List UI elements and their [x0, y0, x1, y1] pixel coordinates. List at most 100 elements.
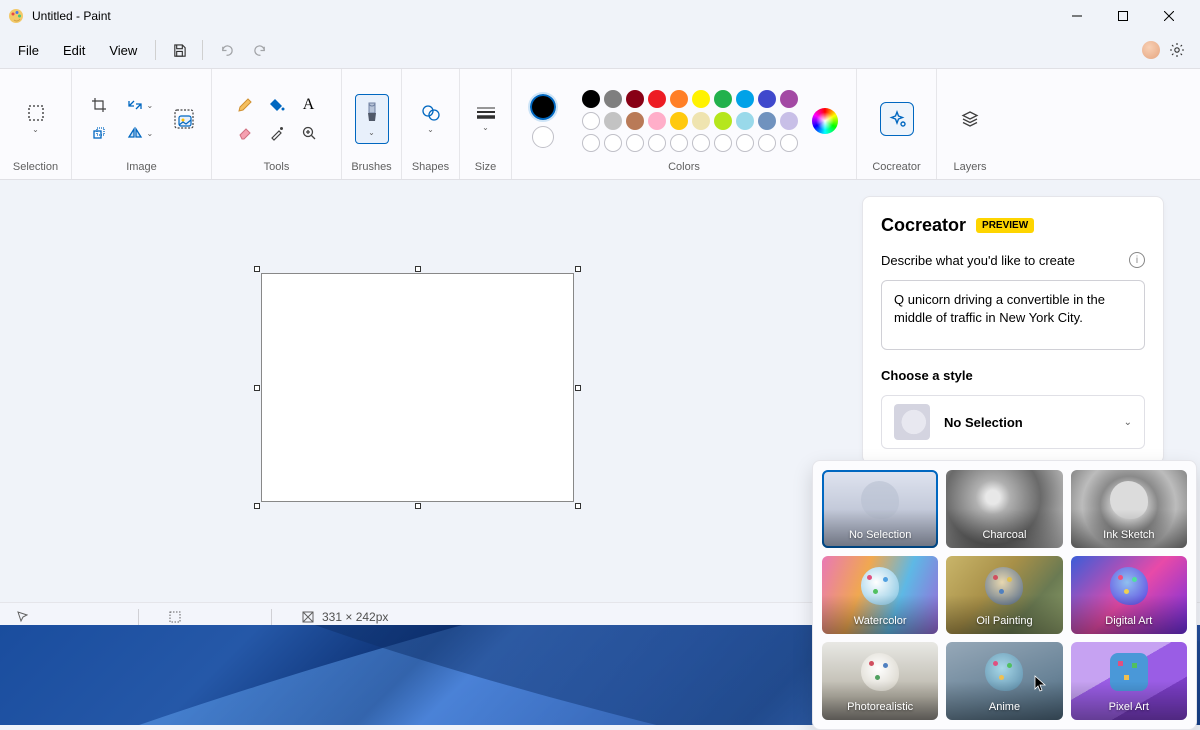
- color-swatch[interactable]: [604, 90, 622, 108]
- color-swatch-empty[interactable]: [670, 134, 688, 152]
- color-swatch[interactable]: [670, 90, 688, 108]
- menu-edit[interactable]: Edit: [51, 37, 97, 64]
- color-swatch-empty[interactable]: [604, 134, 622, 152]
- resize-handle[interactable]: [254, 503, 260, 509]
- chevron-down-icon: ⌄: [1124, 417, 1132, 428]
- resize-handle[interactable]: [575, 503, 581, 509]
- style-tile-pixel-art[interactable]: Pixel Art: [1071, 642, 1187, 720]
- ribbon-group-layers: Layers: [937, 69, 1003, 179]
- info-icon[interactable]: i: [1129, 252, 1145, 268]
- color-picker-tool[interactable]: [262, 120, 292, 146]
- choose-style-label: Choose a style: [881, 368, 1145, 383]
- redo-button[interactable]: [243, 35, 277, 65]
- color-swatch-empty[interactable]: [780, 134, 798, 152]
- flip-tool[interactable]: ⌄: [119, 120, 161, 146]
- color-palette: [582, 90, 798, 152]
- resize-handle[interactable]: [415, 266, 421, 272]
- style-dropdown[interactable]: No Selection ⌄: [881, 395, 1145, 449]
- color-swatch[interactable]: [626, 90, 644, 108]
- resize-handle[interactable]: [575, 266, 581, 272]
- magnifier-tool[interactable]: [294, 120, 324, 146]
- resize-handle[interactable]: [415, 503, 421, 509]
- style-tile-photorealistic[interactable]: Photorealistic: [822, 642, 938, 720]
- selection-tool[interactable]: ⌄: [19, 94, 53, 144]
- color-swatch[interactable]: [604, 112, 622, 130]
- color-swatch[interactable]: [758, 112, 776, 130]
- rotate-tool[interactable]: [84, 120, 114, 146]
- color-swatch[interactable]: [780, 90, 798, 108]
- chevron-down-icon: ⌄: [147, 129, 154, 138]
- style-picker-popup: No Selection Charcoal Ink Sketch Waterco…: [812, 460, 1197, 730]
- cocreator-panel: Cocreator PREVIEW Describe what you'd li…: [862, 196, 1164, 464]
- maximize-button[interactable]: [1100, 0, 1146, 32]
- brushes-tool[interactable]: ⌄: [355, 94, 389, 144]
- color-secondary[interactable]: [532, 126, 554, 148]
- style-tile-charcoal[interactable]: Charcoal: [946, 470, 1062, 548]
- ribbon-group-cocreator: Cocreator: [857, 69, 937, 179]
- resize-handle[interactable]: [575, 385, 581, 391]
- resize-tool[interactable]: ⌄: [119, 92, 161, 118]
- ribbon-group-selection: ⌄ Selection: [0, 69, 72, 179]
- color-swatch-empty[interactable]: [582, 134, 600, 152]
- color-swatch-empty[interactable]: [692, 134, 710, 152]
- cocreator-button[interactable]: [880, 102, 914, 136]
- text-tool[interactable]: A: [294, 92, 324, 118]
- color-swatch[interactable]: [648, 90, 666, 108]
- style-tile-no-selection[interactable]: No Selection: [822, 470, 938, 548]
- color-swatch[interactable]: [626, 112, 644, 130]
- color-picker-button[interactable]: [812, 108, 838, 134]
- color-swatch[interactable]: [736, 90, 754, 108]
- ribbon-label-brushes: Brushes: [351, 161, 391, 173]
- undo-button[interactable]: [209, 35, 243, 65]
- color-swatch[interactable]: [692, 112, 710, 130]
- color-swatch-empty[interactable]: [736, 134, 754, 152]
- fill-tool[interactable]: [262, 92, 292, 118]
- menu-view[interactable]: View: [97, 37, 149, 64]
- style-tile-digital-art[interactable]: Digital Art: [1071, 556, 1187, 634]
- pencil-tool[interactable]: [230, 92, 260, 118]
- color-swatch[interactable]: [714, 90, 732, 108]
- style-tile-watercolor[interactable]: Watercolor: [822, 556, 938, 634]
- color-swatch[interactable]: [758, 90, 776, 108]
- ribbon-label-selection: Selection: [13, 161, 58, 173]
- size-tool[interactable]: ⌄: [469, 94, 503, 144]
- user-avatar[interactable]: [1142, 41, 1160, 59]
- paint-app-icon: [8, 8, 24, 24]
- style-tile-ink-sketch[interactable]: Ink Sketch: [1071, 470, 1187, 548]
- chevron-down-icon: ⌄: [427, 125, 434, 134]
- menu-file[interactable]: File: [6, 37, 51, 64]
- close-button[interactable]: [1146, 0, 1192, 32]
- color-swatch[interactable]: [714, 112, 732, 130]
- minimize-button[interactable]: [1054, 0, 1100, 32]
- style-tile-oil-painting[interactable]: Oil Painting: [946, 556, 1062, 634]
- color-swatch[interactable]: [736, 112, 754, 130]
- resize-handle[interactable]: [254, 266, 260, 272]
- color-swatch[interactable]: [648, 112, 666, 130]
- ribbon-label-cocreator: Cocreator: [872, 161, 920, 173]
- save-button[interactable]: [162, 35, 196, 65]
- color-primary[interactable]: [530, 94, 556, 120]
- canvas[interactable]: [261, 273, 574, 502]
- color-swatch-empty[interactable]: [758, 134, 776, 152]
- settings-button[interactable]: [1160, 35, 1194, 65]
- menubar: File Edit View: [0, 32, 1200, 68]
- color-swatch-empty[interactable]: [626, 134, 644, 152]
- canvas-size-icon: [302, 611, 314, 623]
- color-swatch-empty[interactable]: [714, 134, 732, 152]
- eraser-tool[interactable]: [230, 120, 260, 146]
- color-swatch[interactable]: [582, 90, 600, 108]
- canvas-dimensions: 331 × 242px: [322, 610, 388, 624]
- prompt-input[interactable]: Q unicorn driving a convertible in the m…: [881, 280, 1145, 350]
- color-swatch[interactable]: [780, 112, 798, 130]
- color-swatch[interactable]: [692, 90, 710, 108]
- shapes-tool[interactable]: ⌄: [414, 94, 448, 144]
- color-swatch[interactable]: [670, 112, 688, 130]
- color-swatch[interactable]: [582, 112, 600, 130]
- chevron-down-icon: ⌄: [368, 128, 375, 137]
- crop-tool[interactable]: [84, 92, 114, 118]
- ribbon-label-shapes: Shapes: [412, 161, 449, 173]
- resize-handle[interactable]: [254, 385, 260, 391]
- color-swatch-empty[interactable]: [648, 134, 666, 152]
- image-import-tool[interactable]: [169, 94, 200, 144]
- layers-button[interactable]: [953, 102, 987, 136]
